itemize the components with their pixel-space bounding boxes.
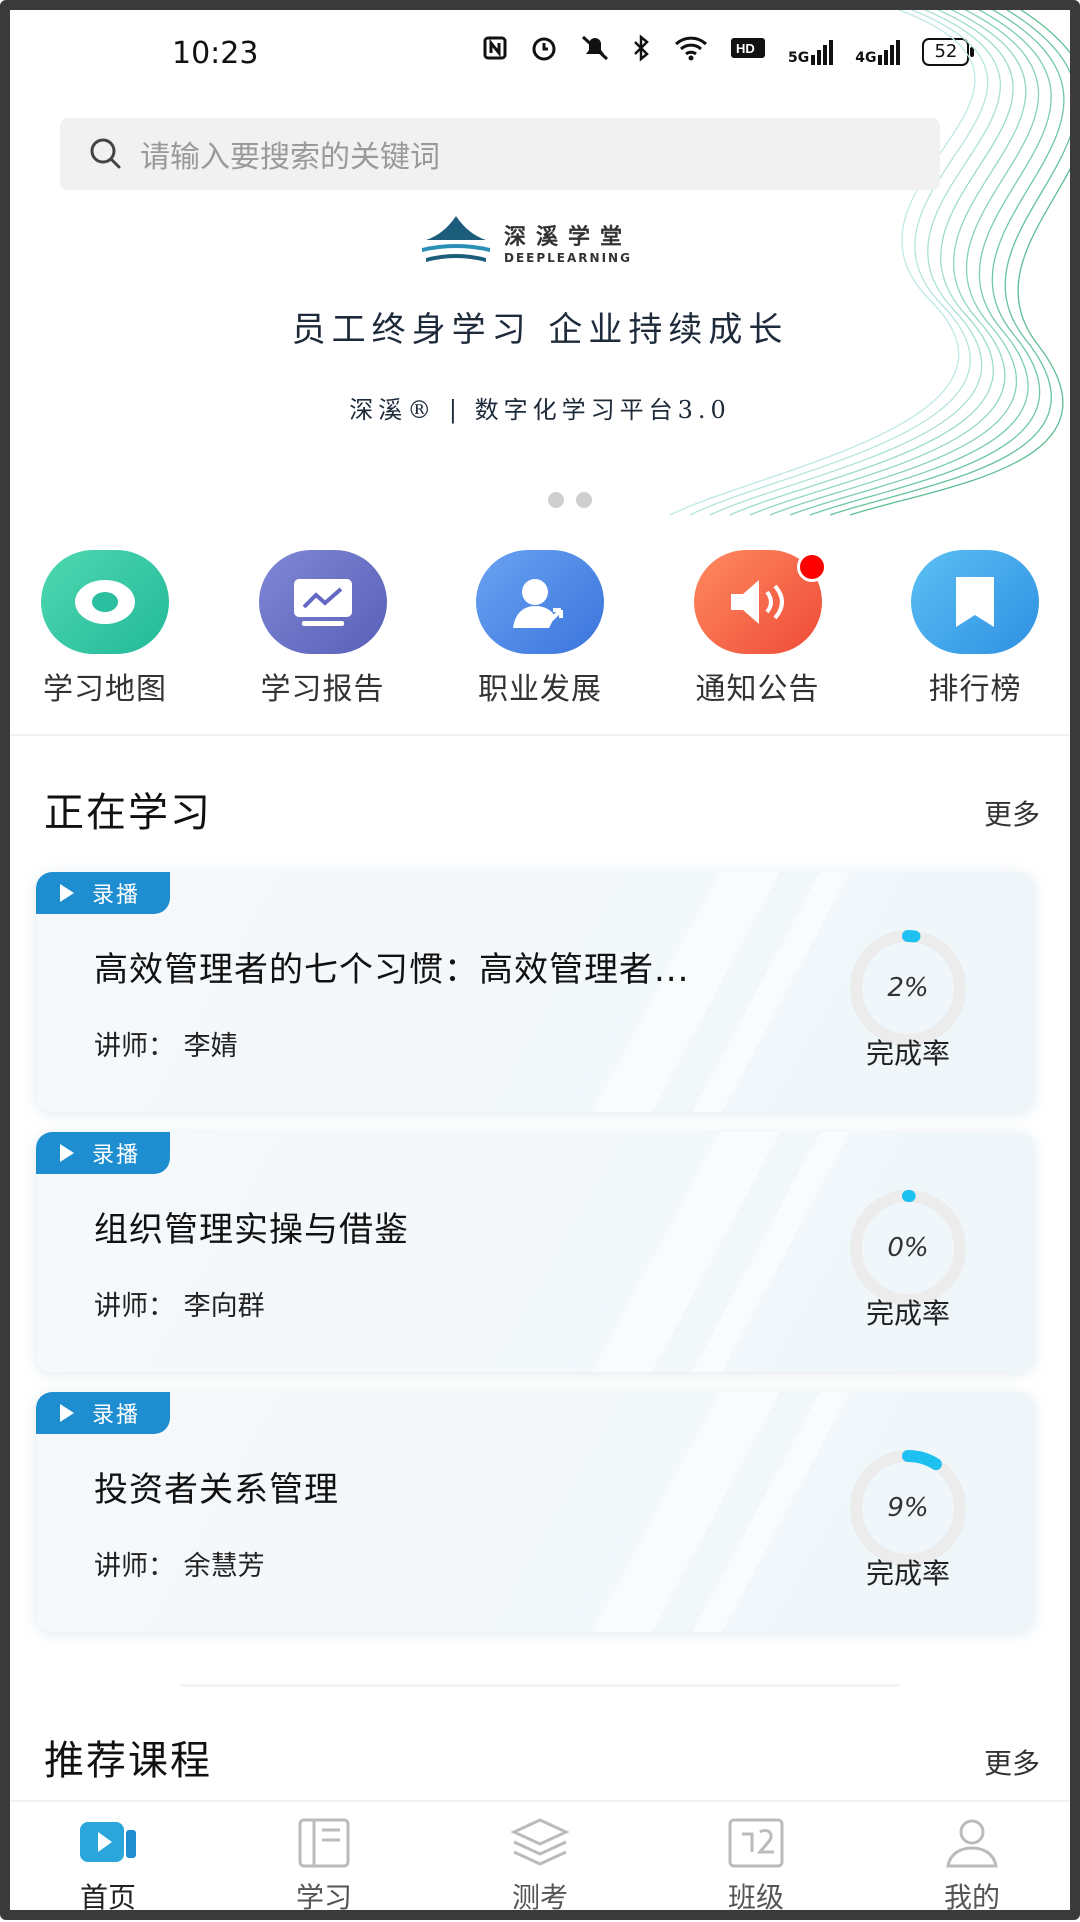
banner-wave-decoration <box>669 0 1080 516</box>
menu-item-notice[interactable]: 通知公告 <box>673 550 843 708</box>
course-lecturer: 讲师： 李向群 <box>94 1291 265 1322</box>
course-lecturer: 讲师： 余慧芳 <box>94 1551 265 1582</box>
bottom-tab-bar: 首页 学习 测考 班级 我的 <box>0 1800 1080 1922</box>
banner-platform: 深溪® | 数字化学习平台3.0 <box>349 396 731 424</box>
tab-exam[interactable]: 测考 <box>460 1802 620 1922</box>
menu-item-career[interactable]: 职业发展 <box>455 550 625 708</box>
menu-label: 排行榜 <box>928 672 1022 707</box>
tab-label: 我的 <box>943 1881 1000 1914</box>
course-tag: 录播 <box>36 1392 170 1434</box>
deeplearning-logo-icon <box>422 216 490 262</box>
logo-en-text: DEEPLEARNING <box>504 251 632 265</box>
section-divider <box>0 734 1080 736</box>
card-decoration <box>592 1132 780 1372</box>
banner-logo: 深溪学堂 DEEPLEARNING <box>420 214 632 270</box>
notice-badge <box>796 552 827 582</box>
tab-label: 首页 <box>79 1881 136 1914</box>
course-tag: 录播 <box>36 872 170 914</box>
alarm-icon <box>530 34 558 69</box>
course-card[interactable]: 录播 组织管理实操与借鉴 讲师： 李向群 0% 完成率 <box>36 1132 1034 1372</box>
status-time: 10:23 <box>172 36 259 71</box>
course-title: 高效管理者的七个习惯：高效管理者... <box>94 950 690 990</box>
search-bar[interactable]: 请输入要搜索的关键词 <box>60 118 940 190</box>
course-tag: 录播 <box>36 1132 170 1174</box>
bookmark-icon <box>911 550 1039 654</box>
section-title-recommend: 推荐课程 <box>44 1738 212 1784</box>
report-icon <box>258 550 387 654</box>
notebook-icon <box>298 1818 350 1868</box>
search-icon <box>90 138 121 169</box>
menu-label: 职业发展 <box>478 672 602 707</box>
map-icon <box>41 550 169 654</box>
course-title: 投资者关系管理 <box>94 1470 339 1510</box>
layers-icon <box>510 1818 570 1866</box>
banner-slogan: 员工终身学习 企业持续成长 <box>291 310 789 350</box>
menu-item-learning-report[interactable]: 学习报告 <box>238 550 408 708</box>
menu-label: 学习报告 <box>260 672 385 707</box>
menu-item-learning-map[interactable]: 学习地图 <box>20 550 190 708</box>
user-icon <box>946 1819 998 1868</box>
course-lecturer: 讲师： 李婧 <box>94 1031 238 1062</box>
learning-more-link[interactable]: 更多 <box>984 793 1040 833</box>
home-video-icon <box>80 1822 136 1862</box>
play-icon <box>60 1404 74 1422</box>
menu-label: 通知公告 <box>695 672 820 707</box>
tab-mine[interactable]: 我的 <box>892 1802 1052 1922</box>
card-decoration <box>592 872 780 1112</box>
section-title-learning: 正在学习 <box>44 790 212 836</box>
nfc-icon <box>482 35 508 68</box>
tab-class[interactable]: 班级 <box>676 1802 836 1922</box>
pager-dot[interactable] <box>548 492 564 508</box>
course-card[interactable]: 录播 高效管理者的七个习惯：高效管理者... 讲师： 李婧 2% 完成率 <box>36 872 1034 1112</box>
play-icon <box>60 884 74 902</box>
logo-cn-text: 深溪学堂 <box>504 225 633 250</box>
tab-label: 测考 <box>511 1881 568 1914</box>
mute-icon <box>580 34 610 69</box>
career-icon <box>476 550 604 654</box>
recommend-more-link[interactable]: 更多 <box>984 1742 1040 1782</box>
section-divider <box>180 1684 900 1687</box>
card-decoration <box>592 1392 780 1632</box>
completion-rate-label: 完成率 <box>865 1557 950 1590</box>
tab-label: 学习 <box>295 1881 352 1914</box>
tab-study[interactable]: 学习 <box>244 1802 404 1922</box>
completion-rate-label: 完成率 <box>865 1037 950 1070</box>
menu-label: 学习地图 <box>43 672 167 707</box>
course-card[interactable]: 录播 投资者关系管理 讲师： 余慧芳 9% 完成率 <box>36 1392 1034 1632</box>
play-icon <box>60 1144 74 1162</box>
tab-home[interactable]: 首页 <box>28 1802 188 1922</box>
quick-menu: 学习地图 学习报告 职业发展 通知公告 排行榜 <box>20 550 1060 708</box>
completion-rate-label: 完成率 <box>865 1297 950 1330</box>
pager-dot[interactable] <box>576 492 592 508</box>
banner-pager[interactable] <box>548 492 592 508</box>
course-title: 组织管理实操与借鉴 <box>94 1210 409 1250</box>
search-placeholder: 请输入要搜索的关键词 <box>140 140 440 175</box>
class-icon <box>728 1818 784 1868</box>
tab-label: 班级 <box>727 1881 784 1914</box>
menu-item-leaderboard[interactable]: 排行榜 <box>890 550 1060 708</box>
